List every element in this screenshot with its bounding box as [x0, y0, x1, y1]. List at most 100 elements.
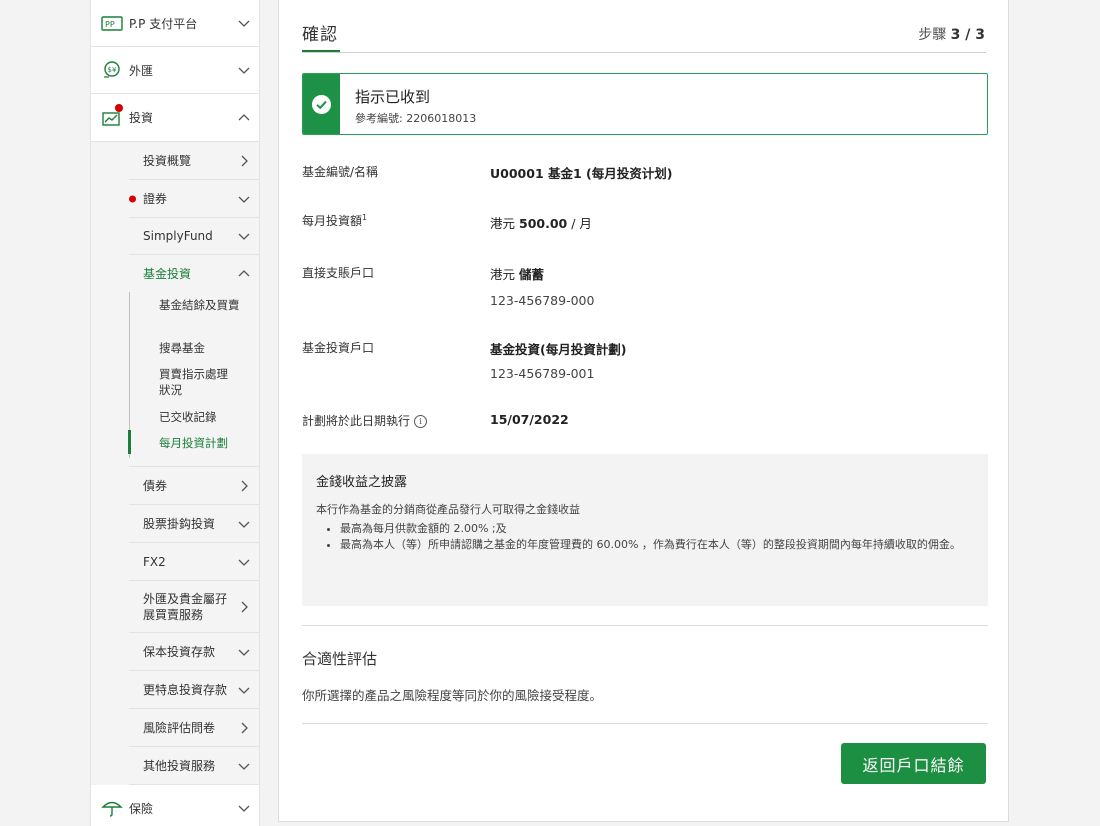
monthly-amount-label: 每月投資額1: [302, 212, 367, 229]
sub-other-services[interactable]: 其他投資服務: [129, 747, 259, 785]
chevron-down-icon: [238, 559, 250, 566]
sub-fund-balance[interactable]: 基金結餘及買賣: [129, 297, 259, 313]
monthly-suffix: / 月: [571, 216, 592, 231]
sub-fx2-label: FX2: [143, 554, 166, 569]
chevron-down-icon: [238, 67, 250, 74]
sub-monthly-plan[interactable]: 每月投資計劃: [129, 435, 259, 451]
svg-text:$¥: $¥: [108, 66, 117, 74]
step-indicator: 步驟 3 / 3: [918, 24, 985, 44]
sidebar-nav: PP P.P 支付平台 $¥ 外匯 投資 投資概覽 證券 SimplyFund …: [90, 0, 260, 826]
chevron-down-icon: [238, 687, 250, 694]
sub-risk-questionnaire[interactable]: 風險評估問卷: [129, 709, 259, 747]
invest-account-number: 123-456789-001: [490, 366, 595, 381]
debit-account-type: 港元 儲蓄: [490, 264, 544, 283]
svg-text:PP: PP: [105, 20, 115, 29]
sub-fx-margin-label: 外匯及貴金屬孖展買賣服務: [143, 591, 228, 622]
tab-confirm: 確認: [302, 25, 338, 45]
fund-value: U00001 基金1 (每月投资计划): [490, 166, 673, 181]
chevron-right-icon: [241, 601, 248, 612]
sub-settled-records[interactable]: 已交收記錄: [129, 409, 259, 425]
chevron-up-icon: [238, 269, 250, 276]
sub-equity-linked-label: 股票掛鈎投資: [143, 516, 216, 531]
chevron-right-icon: [241, 155, 248, 166]
monthly-amount-value: 港元 500.00 / 月: [490, 213, 592, 232]
info-icon[interactable]: i: [414, 415, 428, 428]
back-to-balance-button[interactable]: 返回戶口結餘: [841, 743, 986, 784]
sub-premium-deposit-label: 更特息投資存款: [143, 682, 228, 697]
chevron-up-icon: [238, 113, 250, 120]
monthly-amount-label-text: 每月投資額: [302, 214, 363, 228]
disclosure-item: 最高為本人（等）所申請認購之基金的年度管理費的 60.00% ，作為費行在本人（…: [340, 537, 980, 553]
payment-platform-icon: PP: [101, 16, 123, 31]
nav-insurance[interactable]: 保險: [91, 785, 259, 826]
sub-fx2[interactable]: FX2: [129, 543, 259, 581]
sub-securities-label: 證券: [143, 191, 168, 206]
suitability-title: 合適性評估: [302, 650, 378, 668]
disclosure-list: 最高為每月供款金額的 2.00% ;及 最高為本人（等）所申請認購之基金的年度管…: [316, 521, 980, 553]
suitability-text: 你所選擇的產品之風險程度等同於你的風險接受程度。: [302, 688, 603, 703]
header-divider: [302, 52, 986, 53]
debit-type: 儲蓄: [519, 267, 545, 282]
chevron-down-icon: [238, 805, 250, 812]
sub-order-status[interactable]: 買賣指示處理狀況: [129, 366, 239, 398]
fund-label: 基金編號/名稱: [302, 165, 379, 179]
reference-number: 參考編號: 2206018013: [355, 112, 477, 125]
chevron-down-icon: [238, 649, 250, 656]
monthly-amount: 500.00: [519, 216, 568, 231]
fx-exchange-icon: $¥: [104, 61, 120, 78]
sub-fund-investment[interactable]: 基金投資: [129, 255, 259, 292]
debit-account-label: 直接支賬戶口: [302, 266, 375, 280]
disclosure-intro: 本行作為基金的分銷商從產品發行人可取得之金錢收益: [316, 503, 580, 516]
invest-account-label: 基金投資戶口: [302, 341, 375, 355]
execution-date-label: 計劃將於此日期執行 i: [302, 412, 428, 429]
sub-investment-overview-label: 投資概覽: [143, 153, 192, 168]
sub-capital-protected-label: 保本投資存款: [143, 644, 216, 659]
success-banner: 指示已收到 參考編號: 2206018013: [302, 73, 988, 135]
chevron-down-icon: [238, 521, 250, 528]
sub-other-services-label: 其他投資服務: [143, 758, 216, 773]
section-divider: [302, 625, 988, 626]
execution-date-value: 15/07/2022: [490, 412, 569, 427]
sub-risk-questionnaire-label: 風險評估問卷: [143, 720, 216, 735]
invest-account-type: 基金投資(每月投資計劃): [490, 342, 627, 357]
sub-investment-overview[interactable]: 投資概覽: [129, 142, 259, 180]
notification-dot: [115, 104, 123, 112]
section-divider: [302, 723, 988, 724]
sub-securities[interactable]: 證券: [129, 180, 259, 218]
sub-search-fund[interactable]: 搜尋基金: [129, 340, 259, 356]
sub-equity-linked[interactable]: 股票掛鈎投資: [129, 505, 259, 543]
nav-pp-payment[interactable]: PP P.P 支付平台: [91, 0, 259, 47]
sub-simplyfund-label: SimplyFund: [143, 229, 213, 243]
sub-premium-deposit[interactable]: 更特息投資存款: [129, 671, 259, 709]
monthly-currency: 港元: [490, 216, 516, 231]
notification-dot: [129, 195, 136, 202]
chevron-down-icon: [238, 763, 250, 770]
step-value: 3 / 3: [950, 27, 985, 43]
footnote-marker: 1: [362, 213, 368, 222]
chevron-down-icon: [238, 233, 250, 240]
nav-pp-payment-label: P.P 支付平台: [129, 16, 198, 31]
success-title: 指示已收到: [355, 88, 431, 106]
debit-currency: 港元: [490, 267, 516, 282]
debit-account-number: 123-456789-000: [490, 293, 595, 308]
disclosure-box: 金錢收益之披露 本行作為基金的分銷商從產品發行人可取得之金錢收益 最高為每月供款…: [302, 454, 988, 606]
sub-fund-investment-label: 基金投資: [143, 266, 192, 281]
step-prefix: 步驟: [918, 27, 947, 43]
chevron-down-icon: [238, 20, 250, 27]
sub-capital-protected[interactable]: 保本投資存款: [129, 633, 259, 671]
disclosure-item: 最高為每月供款金額的 2.00% ;及: [340, 521, 980, 537]
sub-fx-margin[interactable]: 外匯及貴金屬孖展買賣服務: [129, 581, 259, 633]
sub-bonds-label: 債券: [143, 478, 168, 493]
nav-fx[interactable]: $¥ 外匯: [91, 47, 259, 94]
nav-insurance-label: 保險: [129, 801, 154, 816]
umbrella-icon: [101, 801, 123, 817]
investment-submenu: 投資概覽 證券 SimplyFund 基金投資 基金結餘及買賣 搜尋基金 買賣指…: [91, 142, 259, 785]
fund-submenu: 基金結餘及買賣 搜尋基金 買賣指示處理狀況 已交收記錄 每月投資計劃: [128, 292, 259, 467]
disclosure-title: 金錢收益之披露: [316, 475, 408, 490]
nav-investment[interactable]: 投資: [91, 94, 259, 142]
execution-date-label-text: 計劃將於此日期執行: [302, 414, 411, 428]
sub-bonds[interactable]: 債券: [129, 467, 259, 505]
check-circle-icon: [312, 95, 331, 114]
sub-simplyfund[interactable]: SimplyFund: [129, 218, 259, 255]
chevron-right-icon: [241, 480, 248, 491]
